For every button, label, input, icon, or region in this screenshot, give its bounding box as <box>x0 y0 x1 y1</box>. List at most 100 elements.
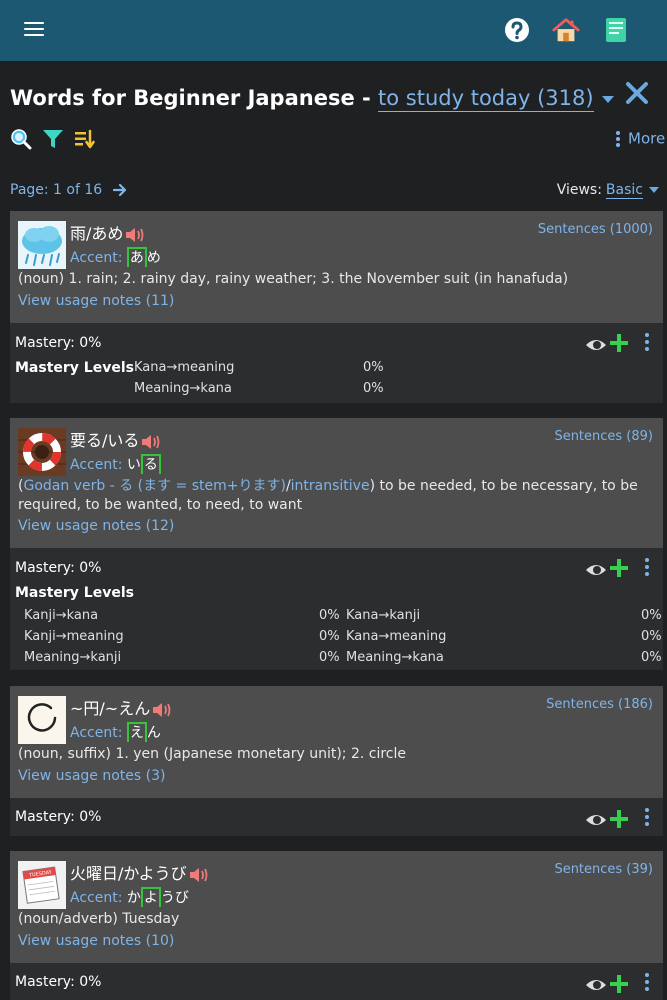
more-vert-icon <box>616 129 620 149</box>
word-title: ~円/~えん <box>70 695 172 719</box>
level-label: Kanji→kana <box>24 608 99 623</box>
word-meaning: (noun, suffix) 1. yen (Japanese monetary… <box>18 746 407 762</box>
eye-icon[interactable] <box>585 337 607 353</box>
level-label: Kanji→meaning <box>24 629 124 644</box>
page-indicator: Page: 1 of 16 <box>10 182 103 198</box>
mastery-section: Mastery: 0% <box>10 963 663 1000</box>
add-icon[interactable] <box>609 809 629 829</box>
pagination[interactable]: Page: 1 of 16 <box>10 182 127 198</box>
accent-row: Accent: えん <box>70 722 161 742</box>
more-button[interactable]: More <box>616 129 665 149</box>
chevron-down-icon[interactable] <box>601 95 614 103</box>
eye-icon[interactable] <box>585 977 607 993</box>
word-card: TUESDAY 火曜日/かようび Sentences (39) Accent: … <box>10 851 663 1000</box>
views-value[interactable]: Basic <box>605 182 643 199</box>
usage-notes-link[interactable]: View usage notes (12) <box>18 518 174 534</box>
sentences-link[interactable]: Sentences (89) <box>554 429 653 444</box>
level-label: Meaning→kanji <box>24 650 122 665</box>
book-icon[interactable] <box>604 16 628 44</box>
usage-notes-link[interactable]: View usage notes (10) <box>18 933 174 949</box>
usage-notes-link[interactable]: View usage notes (3) <box>18 768 166 784</box>
calendar-image: TUESDAY <box>18 861 66 909</box>
mastery-levels-title: Mastery Levels <box>15 360 134 376</box>
sentences-link[interactable]: Sentences (186) <box>546 697 653 712</box>
word-meaning: (noun/adverb) Tuesday <box>18 911 180 927</box>
level-label: Kana→meaning <box>134 360 235 375</box>
sentences-link[interactable]: Sentences (1000) <box>538 222 653 237</box>
menu-icon[interactable] <box>24 22 44 38</box>
word-card-header: 雨/あめ Sentences (1000) Accent: あめ (noun) … <box>10 211 663 323</box>
circle-image <box>18 696 66 744</box>
add-icon[interactable] <box>609 333 629 353</box>
level-value: 0% <box>319 650 340 665</box>
accent-row: Accent: かようび <box>70 887 189 907</box>
more-vert-icon[interactable] <box>645 558 649 579</box>
views-selector[interactable]: Views: Basic <box>556 182 659 199</box>
level-label: Meaning→kana <box>134 381 232 396</box>
mastery-value: Mastery: 0% <box>15 560 102 576</box>
word-card-header: ~円/~えん Sentences (186) Accent: えん (noun,… <box>10 686 663 798</box>
speaker-icon[interactable] <box>152 701 172 719</box>
mastery-section: Mastery: 0% <box>10 798 663 836</box>
add-icon[interactable] <box>609 974 629 994</box>
home-icon[interactable] <box>552 16 580 44</box>
more-vert-icon[interactable] <box>645 808 649 829</box>
word-card-header: TUESDAY 火曜日/かようび Sentences (39) Accent: … <box>10 851 663 963</box>
word-meaning: (noun) 1. rain; 2. rainy day, rainy weat… <box>18 271 569 287</box>
word-card: ~円/~えん Sentences (186) Accent: えん (noun,… <box>10 686 663 836</box>
mastery-value: Mastery: 0% <box>15 809 102 825</box>
study-filter-link[interactable]: to study today (318) <box>378 86 594 112</box>
rain-image <box>18 221 66 269</box>
accent-row: Accent: あめ <box>70 247 161 267</box>
level-value: 0% <box>641 650 662 665</box>
speaker-icon[interactable] <box>141 433 161 451</box>
help-icon[interactable] <box>503 16 531 44</box>
level-label: Meaning→kana <box>346 650 444 665</box>
level-value: 0% <box>641 608 662 623</box>
level-value: 0% <box>319 629 340 644</box>
eye-icon[interactable] <box>585 812 607 828</box>
usage-notes-link[interactable]: View usage notes (11) <box>18 293 174 309</box>
mastery-value: Mastery: 0% <box>15 974 102 990</box>
mastery-levels-title: Mastery Levels <box>15 585 134 601</box>
sentences-link[interactable]: Sentences (39) <box>554 862 653 877</box>
accent-highlight: よ <box>140 887 161 907</box>
close-icon[interactable] <box>624 80 650 106</box>
more-label: More <box>628 129 666 148</box>
mastery-section: Mastery: 0% Mastery Levels Kanji→kana 0%… <box>10 548 663 670</box>
mastery-value: Mastery: 0% <box>15 335 102 351</box>
eye-icon[interactable] <box>585 562 607 578</box>
sort-icon[interactable] <box>74 128 96 150</box>
page-title: Words for Beginner Japanese - to study t… <box>10 86 614 112</box>
transitivity-tag[interactable]: intransitive <box>291 478 370 494</box>
speaker-icon[interactable] <box>189 866 209 884</box>
more-vert-icon[interactable] <box>645 973 649 994</box>
accent-highlight: あ <box>126 247 147 267</box>
search-icon[interactable] <box>10 128 32 150</box>
level-value: 0% <box>641 629 662 644</box>
level-value: 0% <box>363 381 384 396</box>
level-value: 0% <box>363 360 384 375</box>
mastery-section: Mastery: 0% Mastery Levels Kana→meaning … <box>10 323 663 403</box>
verb-type-tag[interactable]: Godan verb - る (ます = stem+ります) <box>23 478 285 494</box>
lifebuoy-image <box>18 428 66 476</box>
speaker-icon[interactable] <box>125 226 145 244</box>
word-title: 火曜日/かようび <box>70 860 209 884</box>
views-label: Views: <box>556 182 602 198</box>
arrow-right-icon[interactable] <box>112 183 127 197</box>
word-card: 雨/あめ Sentences (1000) Accent: あめ (noun) … <box>10 211 663 403</box>
accent-highlight: る <box>140 454 161 474</box>
more-vert-icon[interactable] <box>645 333 649 354</box>
word-title: 雨/あめ <box>70 220 145 244</box>
level-label: Kana→kanji <box>346 608 421 623</box>
title-prefix: Words for Beginner Japanese - <box>10 86 379 110</box>
word-title: 要る/いる <box>70 427 161 451</box>
level-value: 0% <box>319 608 340 623</box>
word-card: 要る/いる Sentences (89) Accent: いる (Godan v… <box>10 418 663 670</box>
chevron-down-icon[interactable] <box>649 187 659 193</box>
filter-icon[interactable] <box>42 128 64 150</box>
add-icon[interactable] <box>609 558 629 578</box>
top-bar <box>0 0 667 61</box>
accent-row: Accent: いる <box>70 454 161 474</box>
word-meaning: (Godan verb - る (ます = stem+ります)/intransi… <box>18 478 638 513</box>
